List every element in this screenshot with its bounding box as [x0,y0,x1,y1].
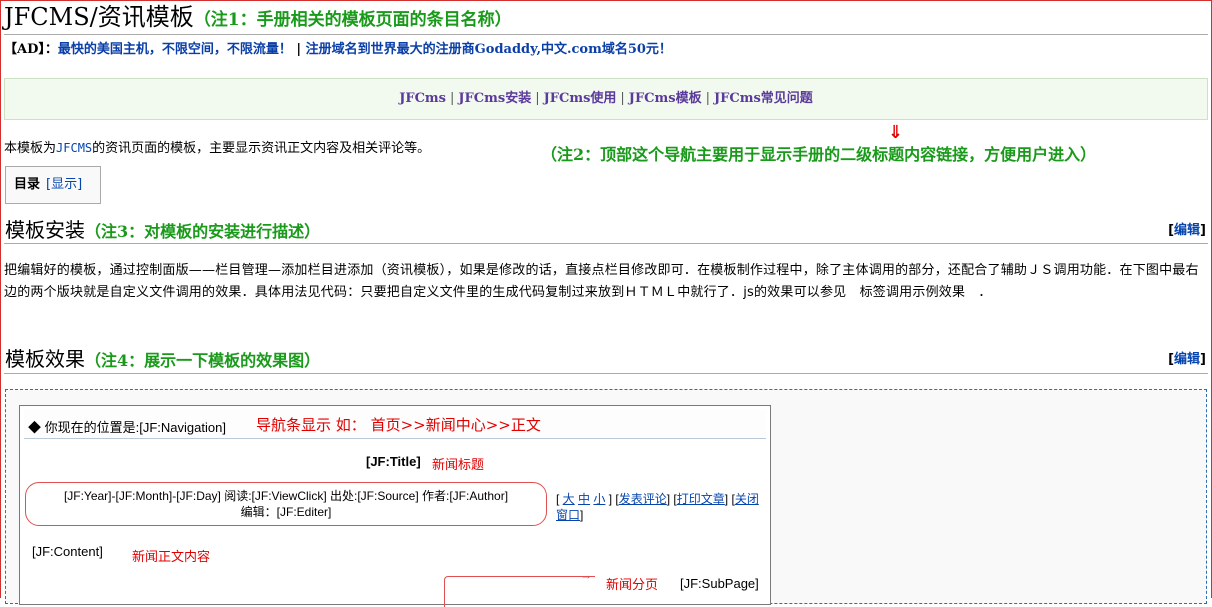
annotation-arrow-down-icon: ⇓ [888,122,904,143]
toc-label: 目录 [14,177,41,192]
intro-text: 本模板为JFCMS的资讯页面的模板，主要显示资讯正文内容及相关评论等。 [4,137,430,156]
section-annotation: （注3：对模板的安装进行描述） [85,222,321,241]
preview-nav-bar: ◆ 你现在的位置是:[JF:Navigation] 导航条显示 如： 首页>>新… [24,410,766,439]
nav-annotation: （注2：顶部这个导航主要用于显示手册的二级标题内容链接，方便用户进入） [541,145,1097,164]
intro-after: 的资讯页面的模板，主要显示资讯正文内容及相关评论等。 [92,141,431,156]
edit-section-effect: [编辑] [1168,348,1206,367]
annotation-connector [444,576,595,607]
title-divider [4,34,1208,35]
bracket: ] [580,508,584,522]
nav-separator: | [450,91,455,106]
template-screenshot: ◆ 你现在的位置是:[JF:Navigation] 导航条显示 如： 首页>>新… [19,405,771,607]
title-annotation: （注1：手册相关的模板页面的条目名称） [193,10,512,30]
section-divider [4,373,1208,374]
edit-section-install: [编辑] [1168,219,1206,238]
nav-item-jfcms[interactable]: JFCms [399,91,446,106]
bracket: ] [ [605,492,619,506]
preview-nav-annotation: 导航条显示 如： 首页>>新闻中心>>正文 [256,414,541,435]
arrow-right-icon: → [580,568,592,582]
preview-meta-line: [JF:Year]-[JF:Month]-[JF:Day] 阅读:[JF:Vie… [63,489,509,503]
bracket: ] [1200,223,1206,238]
manual-nav: JFCms | JFCms安装 | JFCms使用 | JFCms模板 | JFCms常见问题 [4,78,1208,120]
section-title: 模板效果 [5,347,85,371]
ad-link-godaddy[interactable]: 注册域名到世界最大的注册商Godaddy,中文.com域名50元！ [306,42,672,57]
page-title: JFCMS/资讯模板（注1：手册相关的模板页面的条目名称） [4,0,512,34]
preview-title-annotation: 新闻标题 [432,458,485,473]
bracket: [ [556,492,563,506]
nav-hint-example: 首页>>新闻中心>>正文 [370,416,541,434]
preview-content-tag: [JF:Content] [32,544,103,559]
preview-meta-box: [JF:Year]-[JF:Month]-[JF:Day] 阅读:[JF:Vie… [25,482,547,526]
bracket: ] [ [724,492,735,506]
ad-link-hosting[interactable]: 最快的美国主机，不限空间，不限流量！ [58,42,292,57]
section-heading-effect: 模板效果（注4：展示一下模板的效果图） [5,343,320,372]
section-title: 模板安装 [5,218,85,242]
section-heading-install: 模板安装（注3：对模板的安装进行描述） [5,214,320,243]
nav-item-faq[interactable]: JFCms常见问题 [714,91,813,106]
section-divider [4,243,1208,244]
edit-link-install[interactable]: 编辑 [1174,223,1200,238]
toc-toggle-link[interactable]: [显示] [46,177,82,192]
preview-title-tag: [JF:Title] [366,454,421,469]
preview-subpage-tag: [JF:SubPage] [680,576,759,591]
nav-item-templates[interactable]: JFCms模板 [629,91,702,106]
print-article-link[interactable]: 打印文章 [677,492,725,506]
preview-position-text: ◆ 你现在的位置是:[JF:Navigation] [28,420,226,435]
preview-subpage-annotation: 新闻分页 [606,578,659,593]
ad-banner: 【AD】：最快的美国主机，不限空间，不限流量！ | 注册域名到世界最大的注册商G… [4,38,672,57]
bracket: ] [1200,352,1206,367]
install-paragraph: 把编辑好的模板，通过控制面版——栏目管理—添加栏目进添加（资讯模板），如果是修改… [4,263,1199,300]
nav-separator: | [705,91,710,106]
ad-prefix: 【AD】： [4,42,58,57]
ad-separator: | [291,42,306,57]
nav-separator: | [535,91,540,106]
nav-hint-label: 导航条显示 如： [256,416,366,434]
edit-link-effect[interactable]: 编辑 [1174,352,1200,367]
preview-content-annotation: 新闻正文内容 [132,550,211,565]
intro-link-jfcms[interactable]: JFCMS [56,141,92,155]
page-title-text: JFCMS/资讯模板 [4,3,194,31]
bracket: ] [ [666,492,677,506]
font-small-link[interactable]: 小 [593,492,605,506]
nav-separator: | [620,91,625,106]
nav-item-install[interactable]: JFCms安装 [458,91,531,106]
font-medium-link[interactable]: 中 [578,492,590,506]
intro-before: 本模板为 [4,141,57,156]
table-of-contents: 目录 [显示] [5,166,101,204]
font-large-link[interactable]: 大 [563,492,575,506]
preview-tools: [ 大 中 小 ] [发表评论] [打印文章] [关闭窗口] [556,491,770,523]
nav-item-usage[interactable]: JFCms使用 [544,91,617,106]
section-annotation: （注4：展示一下模板的效果图） [85,351,321,370]
post-comment-link[interactable]: 发表评论 [619,492,667,506]
preview-meta-editor: 编辑：[JF:Editer] [240,505,332,519]
